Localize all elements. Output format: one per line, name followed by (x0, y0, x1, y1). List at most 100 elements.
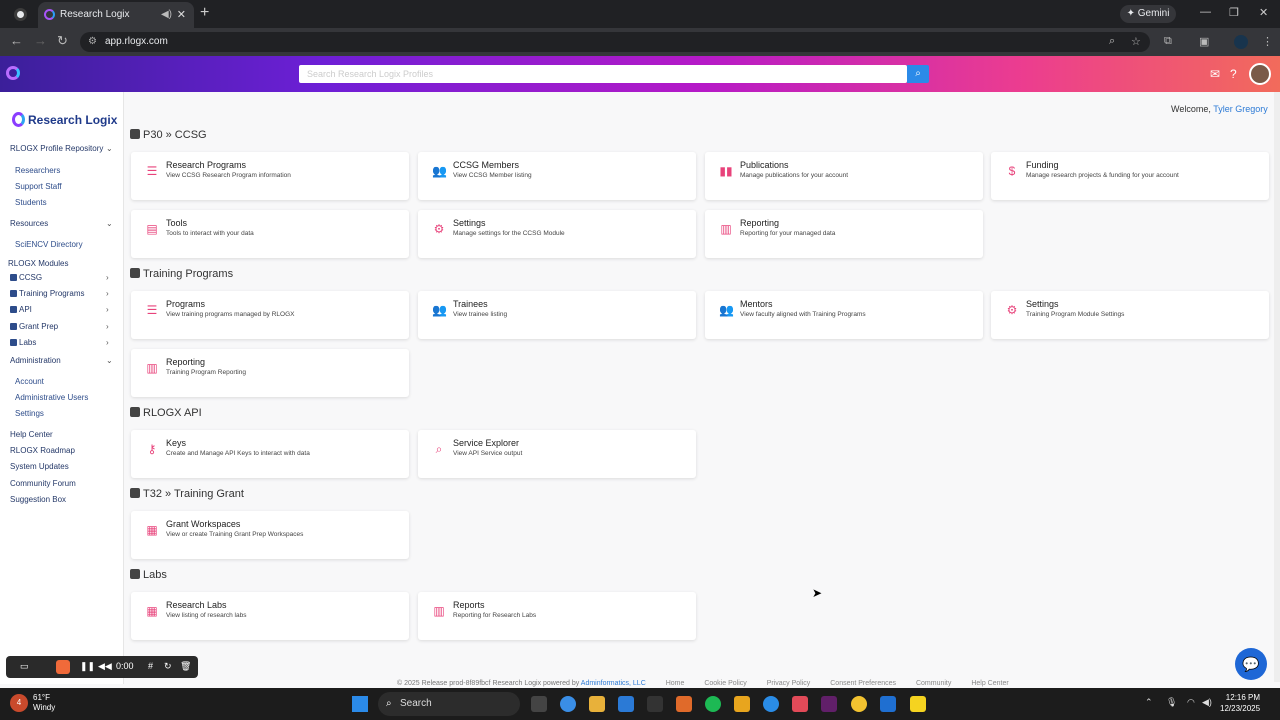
extensions-icon[interactable]: ⧉ (1164, 35, 1172, 48)
card-training-reporting[interactable]: ▥ Reporting Training Program Reporting (131, 349, 409, 397)
profile-avatar-icon[interactable] (1234, 35, 1248, 49)
windows-start-icon[interactable] (352, 696, 368, 712)
card-grant-workspaces[interactable]: ▦ Grant Workspaces View or create Training… (131, 511, 409, 559)
card-training-settings[interactable]: ⚙ Settings Training Program Module Setting… (991, 291, 1269, 339)
sidebar-item-suggestion-box[interactable]: Suggestion Box (10, 495, 66, 504)
card-research-labs[interactable]: ▦ Research Labs View listing of research l… (131, 592, 409, 640)
chat-icon[interactable]: ✉ (1210, 67, 1220, 81)
spotify-icon[interactable] (705, 696, 721, 712)
card-ccsg-settings[interactable]: ⚙ Settings Manage settings for the CCSG Mo… (418, 210, 696, 258)
footer-company-link[interactable]: Adminformatics, LLC (581, 680, 646, 687)
store-icon[interactable] (618, 696, 634, 712)
new-tab-icon[interactable]: + (200, 4, 209, 22)
microphone-icon[interactable]: 🎙 (1166, 697, 1177, 708)
card-programs[interactable]: ☰ Programs View training programs managed … (131, 291, 409, 339)
app-icon[interactable] (792, 696, 808, 712)
chat-widget-button[interactable]: 💬 (1235, 648, 1267, 680)
profile-search-input[interactable]: Search Research Logix Profiles (299, 65, 907, 83)
close-tab-icon[interactable]: ✕ (177, 2, 186, 28)
task-view-icon[interactable] (531, 696, 547, 712)
app-icon[interactable] (734, 696, 750, 712)
search-button[interactable]: ⌕ (907, 65, 929, 83)
sidebar-item-settings[interactable]: Settings (15, 409, 44, 418)
footer-link-privacy-policy[interactable]: Privacy Policy (767, 680, 811, 687)
card-ccsg-reporting[interactable]: ▥ Reporting Reporting for your managed dat… (705, 210, 983, 258)
sidebar-item-sciencv-directory[interactable]: SciENCV Directory (15, 240, 83, 249)
footer-link-community[interactable]: Community (916, 680, 951, 687)
close-window-icon[interactable]: ✕ (1259, 6, 1268, 19)
slack-icon[interactable] (821, 696, 837, 712)
page-scrollbar[interactable] (1274, 92, 1280, 682)
grid-icon[interactable]: # (148, 661, 153, 671)
speaker-icon[interactable]: ◀) (161, 2, 172, 28)
sidebar-item-training-programs[interactable]: Training Programs › (10, 289, 109, 298)
card-funding[interactable]: $ Funding Manage research projects & fundi… (991, 152, 1269, 200)
footer-link-consent-preferences[interactable]: Consent Preferences (830, 680, 896, 687)
card-lab-reports[interactable]: ▥ Reports Reporting for Research Labs (418, 592, 696, 640)
sidebar-item-ccsg[interactable]: CCSG › (10, 273, 109, 282)
card-mentors[interactable]: 👥 Mentors View faculty aligned with Traini… (705, 291, 983, 339)
window-menu-icon[interactable] (14, 8, 27, 21)
app-logo-icon[interactable] (6, 66, 20, 80)
welcome-user-link[interactable]: Tyler Gregory (1213, 104, 1268, 114)
sidebar-item-researchers[interactable]: Researchers (15, 166, 60, 175)
card-tools[interactable]: ▤ Tools Tools to interact with your data (131, 210, 409, 258)
forward-icon[interactable]: → (34, 33, 47, 48)
volume-icon[interactable]: ◀) (1202, 697, 1212, 708)
user-avatar[interactable] (1249, 63, 1271, 85)
sidebar-item-administrative-users[interactable]: Administrative Users (15, 393, 88, 402)
terminal-icon[interactable] (647, 696, 663, 712)
taskbar-search[interactable]: ⌕ Search (378, 692, 520, 716)
sidebar-item-students[interactable]: Students (15, 198, 47, 207)
sidebar-item-labs[interactable]: Labs › (10, 338, 109, 347)
taskbar-clock[interactable]: 12:16 PM 12/23/2025 (1220, 692, 1260, 714)
back-icon[interactable]: ← (10, 33, 23, 48)
outlook-icon[interactable] (880, 696, 896, 712)
card-keys[interactable]: ⚷ Keys Create and Manage API Keys to inter… (131, 430, 409, 478)
app-icon[interactable] (763, 696, 779, 712)
wifi-icon[interactable]: ◠ (1187, 697, 1195, 708)
reload-icon[interactable]: ↻ (57, 33, 68, 49)
pause-icon[interactable]: ❚❚ (80, 661, 95, 672)
brand-logo[interactable]: Research Logix (12, 112, 117, 127)
minimize-icon[interactable]: — (1200, 6, 1211, 18)
sidebar-item-roadmap[interactable]: RLOGX Roadmap (10, 446, 75, 455)
camera-icon[interactable]: ▭ (20, 661, 29, 672)
rewind-icon[interactable]: ◀◀ (98, 661, 112, 672)
sidebar-profile-repository[interactable]: RLOGX Profile Repository ⌄ (10, 144, 113, 153)
sidebar-item-community-forum[interactable]: Community Forum (10, 479, 76, 488)
card-trainees[interactable]: 👥 Trainees View trainee listing (418, 291, 696, 339)
card-ccsg-members[interactable]: 👥 CCSG Members View CCSG Member listing (418, 152, 696, 200)
browser-tab[interactable]: Research Logix ◀) ✕ (38, 2, 194, 28)
sidebar-item-support-staff[interactable]: Support Staff (15, 182, 62, 191)
chrome-icon[interactable] (851, 696, 867, 712)
file-explorer-icon[interactable] (589, 696, 605, 712)
gemini-button[interactable]: ✦ Gemini (1120, 5, 1176, 23)
site-info-icon[interactable]: ⚙ (88, 32, 97, 52)
sidebar-item-grant-prep[interactable]: Grant Prep › (10, 322, 109, 331)
sidebar-item-account[interactable]: Account (15, 377, 44, 386)
sidebar-item-help-center[interactable]: Help Center (10, 430, 53, 439)
edge-icon[interactable] (560, 696, 576, 712)
side-panel-icon[interactable]: ▣ (1199, 35, 1209, 48)
sidebar-resources[interactable]: Resources ⌄ (10, 219, 113, 228)
sidebar-item-system-updates[interactable]: System Updates (10, 462, 69, 471)
weather-widget[interactable]: 61°F Windy (33, 693, 55, 713)
card-publications[interactable]: ▮▮ Publications Manage publications for yo… (705, 152, 983, 200)
tray-chevron-icon[interactable]: ⌃ (1145, 697, 1153, 708)
footer-link-cookie-policy[interactable]: Cookie Policy (704, 680, 746, 687)
sticky-notes-icon[interactable] (910, 696, 926, 712)
footer-link-help-center[interactable]: Help Center (971, 680, 1008, 687)
address-bar[interactable]: ⚙ app.rlogx.com (80, 32, 1150, 52)
app-icon[interactable] (676, 696, 692, 712)
card-service-explorer[interactable]: ⌕ Service Explorer View API Service output (418, 430, 696, 478)
weather-badge[interactable]: 4 (10, 694, 28, 712)
bookmark-star-icon[interactable]: ☆ (1131, 35, 1141, 48)
zoom-icon[interactable]: ⌕ (1109, 35, 1115, 48)
sidebar-item-api[interactable]: API › (10, 305, 109, 314)
menu-kebab-icon[interactable]: ⋮ (1262, 35, 1273, 48)
help-icon[interactable]: ? (1230, 67, 1237, 81)
footer-link-home[interactable]: Home (666, 680, 685, 687)
stop-recording-button[interactable] (56, 660, 70, 674)
card-research-programs[interactable]: ☰ Research Programs View CCSG Research Pro… (131, 152, 409, 200)
